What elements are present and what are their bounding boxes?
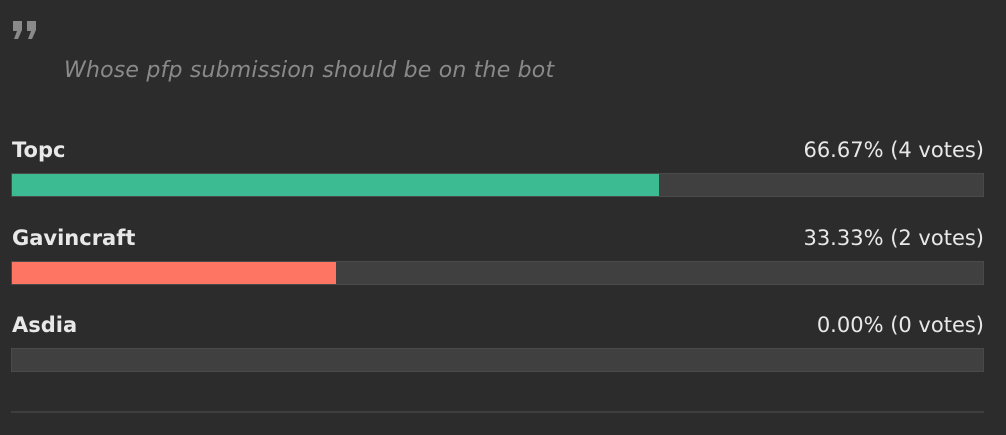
poll-option-gavincraft: Gavincraft 33.33% (2 votes) <box>11 226 984 296</box>
poll-option-asdia: Asdia 0.00% (0 votes) <box>11 313 984 383</box>
poll-option-topc: Topc 66.67% (4 votes) <box>11 138 984 208</box>
poll-question: Whose pfp submission should be on the bo… <box>64 58 555 83</box>
quote-icon <box>13 21 36 39</box>
option-result: 66.67% (4 votes) <box>803 138 984 162</box>
option-result: 0.00% (0 votes) <box>816 313 984 337</box>
option-label: Topc <box>12 138 66 162</box>
option-label: Gavincraft <box>12 226 136 250</box>
result-bar-fill <box>12 174 660 196</box>
result-bar <box>11 348 984 372</box>
divider <box>11 411 984 413</box>
result-bar-fill <box>12 262 336 284</box>
option-result: 33.33% (2 votes) <box>803 226 984 250</box>
option-label: Asdia <box>12 313 78 337</box>
result-bar <box>11 261 984 285</box>
result-bar <box>11 173 984 197</box>
